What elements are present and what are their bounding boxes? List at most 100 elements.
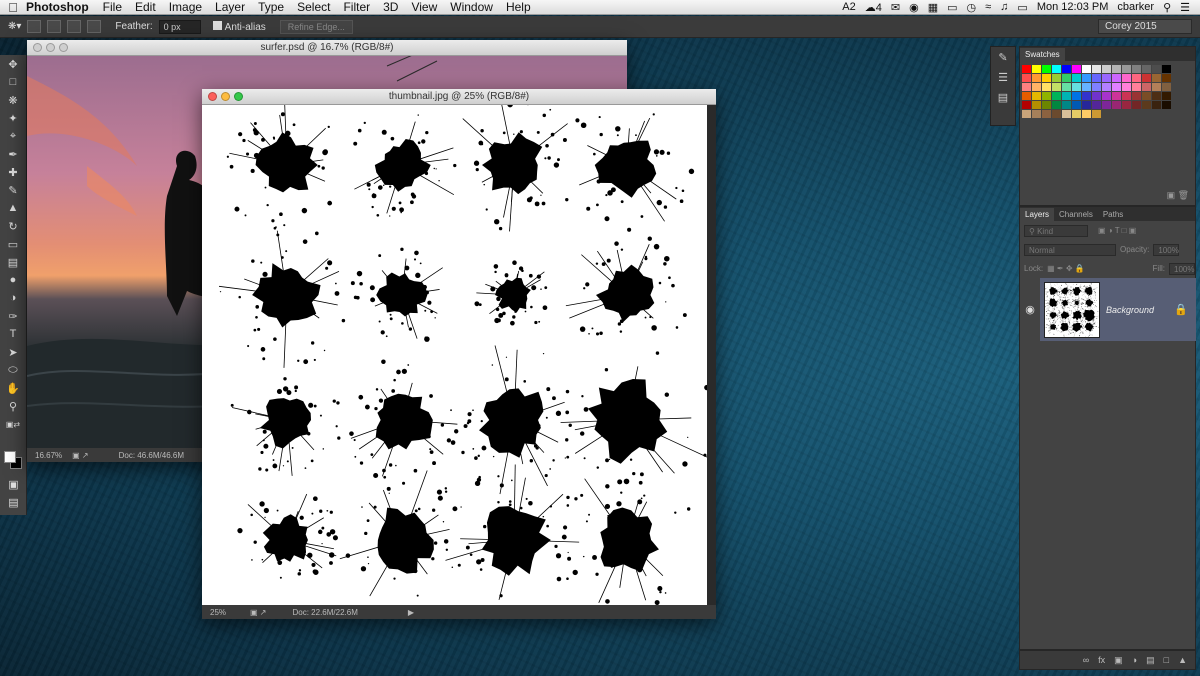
crop-tool-icon[interactable]: ⌖ bbox=[0, 127, 26, 145]
color-swatch[interactable] bbox=[1062, 92, 1071, 100]
dodge-tool-icon[interactable]: ◑ bbox=[0, 289, 26, 307]
refine-edge-button[interactable]: Refine Edge... bbox=[279, 19, 353, 34]
color-swatch[interactable] bbox=[1122, 74, 1131, 82]
color-swatch[interactable] bbox=[1152, 92, 1161, 100]
menu-view[interactable]: View bbox=[411, 0, 437, 14]
color-swatch[interactable] bbox=[1142, 92, 1151, 100]
adobe-status-icon[interactable]: A2 bbox=[842, 1, 855, 13]
intersect-selection-button[interactable] bbox=[87, 20, 102, 33]
color-swatch[interactable] bbox=[1032, 101, 1041, 109]
hand-tool-icon[interactable]: ✋ bbox=[0, 379, 26, 397]
color-swatch[interactable] bbox=[1132, 74, 1141, 82]
gradient-tool-icon[interactable]: ▤ bbox=[0, 253, 26, 271]
history-brush-tool-icon[interactable]: ↻ bbox=[0, 217, 26, 235]
color-swatch[interactable] bbox=[1092, 65, 1101, 73]
feather-input[interactable]: 0 px bbox=[158, 19, 201, 34]
quick-mask-icon[interactable]: ▣ bbox=[0, 475, 27, 493]
color-swatch[interactable] bbox=[1112, 92, 1121, 100]
color-swatch[interactable] bbox=[1042, 110, 1051, 118]
color-swatch[interactable] bbox=[1162, 83, 1171, 91]
type-tool-icon[interactable]: T bbox=[0, 325, 26, 343]
color-swatch[interactable] bbox=[1062, 65, 1071, 73]
tab-paths[interactable]: Paths bbox=[1098, 208, 1128, 221]
creative-cloud-icon[interactable]: ☁4 bbox=[865, 1, 882, 14]
color-swatch[interactable] bbox=[1122, 101, 1131, 109]
color-swatch[interactable] bbox=[1042, 65, 1051, 73]
color-swatch[interactable] bbox=[1152, 65, 1161, 73]
color-swatch[interactable] bbox=[1132, 92, 1141, 100]
kind-filter-select[interactable]: ⚲ Kind bbox=[1024, 224, 1088, 237]
swatches-footer-icons[interactable]: ▣ 🗑 bbox=[1167, 190, 1189, 201]
color-swatch[interactable] bbox=[1142, 65, 1151, 73]
ellipse-tool-icon[interactable]: ⬭ bbox=[0, 361, 26, 379]
color-swatch[interactable] bbox=[1052, 110, 1061, 118]
color-swatch[interactable] bbox=[1122, 92, 1131, 100]
anti-alias-checkbox[interactable]: Anti-alias bbox=[212, 20, 266, 33]
color-swatch[interactable] bbox=[1152, 101, 1161, 109]
color-swatch[interactable] bbox=[1072, 110, 1081, 118]
spotlight-search-icon[interactable]: ⚲ bbox=[1163, 1, 1171, 14]
new-group-icon[interactable]: ▤ bbox=[1146, 655, 1155, 666]
eye-status-icon[interactable]: ◉ bbox=[909, 1, 919, 14]
lock-icons[interactable]: ▦ ✒ ✥ 🔒 bbox=[1047, 264, 1085, 273]
delete-layer-icon[interactable]: ▲ bbox=[1178, 655, 1187, 665]
eyedropper-tool-icon[interactable]: ✒ bbox=[0, 145, 26, 163]
screen-mode-icon[interactable]: ▤ bbox=[0, 493, 27, 511]
layer-style-fx-icon[interactable]: fx bbox=[1098, 655, 1105, 665]
color-swatch[interactable] bbox=[1162, 65, 1171, 73]
lasso-tool-preset-icon[interactable]: ❋▾ bbox=[8, 21, 21, 32]
color-swatch[interactable] bbox=[1122, 65, 1131, 73]
color-swatch[interactable] bbox=[1062, 110, 1071, 118]
color-swatch[interactable] bbox=[1162, 92, 1171, 100]
minimize-button[interactable] bbox=[46, 43, 55, 52]
color-swatch[interactable] bbox=[1162, 74, 1171, 82]
tab-swatches[interactable]: Swatches bbox=[1020, 48, 1065, 61]
color-swatch[interactable] bbox=[1082, 101, 1091, 109]
surfer-doc-size[interactable]: Doc: 46.6M/46.6M bbox=[119, 451, 184, 460]
menu-filter[interactable]: Filter bbox=[343, 0, 370, 14]
color-swatch[interactable] bbox=[1052, 74, 1061, 82]
lasso-tool-icon[interactable]: ❋ bbox=[0, 91, 26, 109]
thumbnail-scrollbar[interactable] bbox=[707, 105, 716, 605]
magic-wand-tool-icon[interactable]: ✦ bbox=[0, 109, 26, 127]
color-swatch[interactable] bbox=[1092, 101, 1101, 109]
color-swatch[interactable] bbox=[1092, 74, 1101, 82]
menu-layer[interactable]: Layer bbox=[215, 0, 245, 14]
healing-brush-tool-icon[interactable]: ✚ bbox=[0, 163, 26, 181]
status-icons[interactable]: ▣ ↗ bbox=[72, 451, 88, 460]
color-swatch[interactable] bbox=[1072, 101, 1081, 109]
add-mask-icon[interactable]: ▣ bbox=[1114, 655, 1123, 666]
color-swatch[interactable] bbox=[1072, 92, 1081, 100]
color-swatch[interactable] bbox=[1032, 83, 1041, 91]
color-swatch[interactable] bbox=[1072, 83, 1081, 91]
color-swatch[interactable] bbox=[1052, 101, 1061, 109]
color-swatch[interactable] bbox=[1052, 65, 1061, 73]
eraser-tool-icon[interactable]: ▭ bbox=[0, 235, 26, 253]
layer-lock-icon[interactable]: 🔒 bbox=[1174, 303, 1188, 316]
color-swatch[interactable] bbox=[1132, 83, 1141, 91]
surfer-zoom-level[interactable]: 16.67% bbox=[35, 451, 62, 460]
menu-select[interactable]: Select bbox=[297, 0, 330, 14]
layer-row-background[interactable]: Background 🔒 bbox=[1040, 278, 1196, 341]
color-swatch[interactable] bbox=[1042, 92, 1051, 100]
color-swatch[interactable] bbox=[1052, 92, 1061, 100]
foreground-color-swatch[interactable] bbox=[4, 451, 16, 463]
clone-stamp-tool-icon[interactable]: ▲ bbox=[0, 199, 26, 217]
color-swatch[interactable] bbox=[1022, 83, 1031, 91]
color-swatch[interactable] bbox=[1052, 83, 1061, 91]
app-menu[interactable]: Photoshop bbox=[26, 0, 89, 14]
color-swatch[interactable] bbox=[1092, 92, 1101, 100]
opacity-input[interactable]: 100% bbox=[1153, 243, 1180, 256]
visibility-eye-icon[interactable]: ◉ bbox=[1020, 278, 1040, 341]
new-layer-icon[interactable]: □ bbox=[1164, 655, 1169, 665]
add-to-selection-button[interactable] bbox=[47, 20, 62, 33]
color-swatch[interactable] bbox=[1062, 74, 1071, 82]
color-swatch[interactable] bbox=[1092, 110, 1101, 118]
color-swatch[interactable] bbox=[1072, 65, 1081, 73]
color-swatch[interactable] bbox=[1022, 65, 1031, 73]
menu-window[interactable]: Window bbox=[450, 0, 493, 14]
color-swatch[interactable] bbox=[1122, 83, 1131, 91]
color-swatch[interactable] bbox=[1082, 92, 1091, 100]
apple-menu-icon[interactable]:  bbox=[0, 0, 26, 15]
volume-icon[interactable]: ♫ bbox=[1000, 1, 1008, 13]
